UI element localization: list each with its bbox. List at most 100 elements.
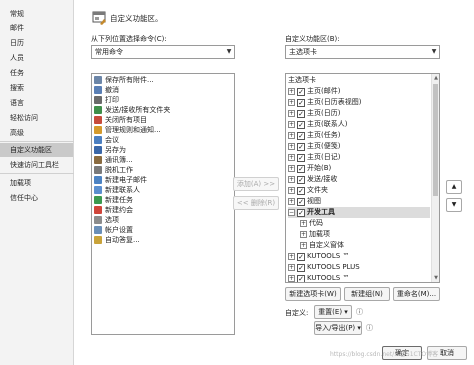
expand-icon[interactable]: + xyxy=(288,99,295,106)
expand-icon[interactable]: + xyxy=(288,110,295,117)
expand-icon[interactable]: + xyxy=(300,242,307,249)
import-export-button[interactable]: 导入/导出(P) ▾ xyxy=(314,321,362,335)
expand-icon[interactable]: + xyxy=(300,220,307,227)
reset-button[interactable]: 重置(E) ▾ xyxy=(314,305,352,319)
nav-item-quick-access-toolbar[interactable]: 快速访问工具栏 xyxy=(0,158,73,172)
expand-icon[interactable]: + xyxy=(288,121,295,128)
list-item[interactable]: 另存为 xyxy=(94,145,126,155)
tree-checkbox[interactable]: ✓ xyxy=(297,120,305,129)
commands-list[interactable]: 保存所有附件... 撤消 打印 发送/接收所有文件夹 关闭所有项目 管理规则和通… xyxy=(91,73,235,335)
expand-icon[interactable]: + xyxy=(288,253,295,260)
list-item[interactable]: 撤消 xyxy=(94,85,119,95)
tree-checkbox[interactable]: ✓ xyxy=(297,98,305,107)
tree-checkbox[interactable]: ✓ xyxy=(297,87,305,96)
list-item[interactable]: 保存所有附件... xyxy=(94,75,154,85)
expand-icon[interactable]: + xyxy=(288,88,295,95)
move-down-button[interactable]: ▼ xyxy=(446,198,462,212)
tree-checkbox[interactable]: ✓ xyxy=(297,274,305,282)
tree-item[interactable]: + ✓ 视图 xyxy=(288,196,430,207)
list-item[interactable]: 脱机工作 xyxy=(94,165,133,175)
scroll-thumb[interactable] xyxy=(433,84,438,196)
expand-icon[interactable]: + xyxy=(288,264,295,271)
nav-item-calendar[interactable]: 日历 xyxy=(0,36,73,50)
list-item[interactable]: 会议 xyxy=(94,135,119,145)
tree-item-label: 主页(便笺) xyxy=(307,142,341,150)
list-item[interactable]: 新建任务 xyxy=(94,195,133,205)
new-contact-icon xyxy=(94,186,102,194)
nav-item-addins[interactable]: 加载项 xyxy=(0,176,73,190)
tree-checkbox[interactable]: ✓ xyxy=(297,109,305,118)
add-button[interactable]: 添加(A) >> xyxy=(233,177,279,191)
list-item[interactable]: 新建联系人 xyxy=(94,185,140,195)
rename-button[interactable]: 重命名(M)... xyxy=(393,287,440,301)
expand-icon[interactable]: + xyxy=(288,143,295,150)
nav-item-accessibility[interactable]: 轻松访问 xyxy=(0,111,73,125)
tree-item[interactable]: + 代码 xyxy=(300,218,430,229)
tree-checkbox[interactable]: ✓ xyxy=(297,175,305,184)
list-item[interactable]: 发送/接收所有文件夹 xyxy=(94,105,170,115)
move-up-button[interactable]: ▲ xyxy=(446,180,462,194)
tree-item[interactable]: + ✓ 发送/接收 xyxy=(288,174,430,185)
tree-item[interactable]: + ✓ KUTOOLS ™ xyxy=(288,273,430,282)
tree-item[interactable]: + ✓ KUTOOLS PLUS xyxy=(288,262,430,273)
nav-item-tasks[interactable]: 任务 xyxy=(0,66,73,80)
expand-icon[interactable]: + xyxy=(288,275,295,282)
choose-commands-dropdown[interactable]: 常用命令 ▼ xyxy=(91,45,235,59)
tree-checkbox[interactable]: ✓ xyxy=(297,153,305,162)
tree-checkbox[interactable]: ✓ xyxy=(297,252,305,261)
tree-item[interactable]: + ✓ 主页(邮件) xyxy=(288,86,430,97)
tree-item[interactable]: + ✓ 主页(日记) xyxy=(288,152,430,163)
tree-item[interactable]: + 加载项 xyxy=(300,229,430,240)
tree-item[interactable]: − ✓ 开发工具 xyxy=(288,207,430,218)
tree-scrollbar[interactable]: ▲ ▼ xyxy=(431,74,439,282)
tree-checkbox[interactable]: ✓ xyxy=(297,186,305,195)
tree-checkbox[interactable]: ✓ xyxy=(297,131,305,140)
tree-checkbox[interactable]: ✓ xyxy=(297,197,305,206)
remove-button[interactable]: << 删除(R) xyxy=(233,196,279,210)
ribbon-tree[interactable]: 主选项卡 + ✓ 主页(邮件) + ✓ 主页(日历表视图) + ✓ 主页(日历) + ✓ 主页(联系人… xyxy=(285,73,440,283)
expand-icon[interactable]: + xyxy=(288,198,295,205)
tree-item[interactable]: + ✓ 主页(联系人) xyxy=(288,119,430,130)
nav-item-trust-center[interactable]: 信任中心 xyxy=(0,191,73,205)
tree-item[interactable]: + ✓ 主页(日历) xyxy=(288,108,430,119)
tree-item[interactable]: + ✓ KUTOOLS ™ xyxy=(288,251,430,262)
tree-item[interactable]: + ✓ 主页(日历表视图) xyxy=(288,97,430,108)
tree-item[interactable]: + ✓ 主页(任务) xyxy=(288,130,430,141)
tree-item[interactable]: + 自定义窗体 xyxy=(300,240,430,251)
collapse-icon[interactable]: − xyxy=(288,209,295,216)
scroll-down-icon[interactable]: ▼ xyxy=(432,274,439,282)
scroll-up-icon[interactable]: ▲ xyxy=(432,74,439,82)
nav-item-search[interactable]: 搜索 xyxy=(0,81,73,95)
tree-checkbox[interactable]: ✓ xyxy=(297,142,305,151)
list-item[interactable]: 帐户设置 xyxy=(94,225,133,235)
nav-item-customize-ribbon[interactable]: 自定义功能区 xyxy=(0,143,73,157)
tree-checkbox[interactable]: ✓ xyxy=(297,164,305,173)
expand-icon[interactable]: + xyxy=(300,231,307,238)
list-item[interactable]: 新建电子邮件 xyxy=(94,175,147,185)
list-item[interactable]: 关闭所有项目 xyxy=(94,115,147,125)
expand-icon[interactable]: + xyxy=(288,154,295,161)
tree-item[interactable]: + ✓ 主页(便笺) xyxy=(288,141,430,152)
list-item[interactable]: 新建约会 xyxy=(94,205,133,215)
tree-item[interactable]: + ✓ 文件夹 xyxy=(288,185,430,196)
expand-icon[interactable]: + xyxy=(288,165,295,172)
tree-checkbox[interactable]: ✓ xyxy=(297,263,305,272)
expand-icon[interactable]: + xyxy=(288,187,295,194)
expand-icon[interactable]: + xyxy=(288,176,295,183)
nav-item-language[interactable]: 语言 xyxy=(0,96,73,110)
list-item[interactable]: 打印 xyxy=(94,95,119,105)
new-tab-button[interactable]: 新建选项卡(W) xyxy=(285,287,341,301)
new-group-button[interactable]: 新建组(N) xyxy=(344,287,390,301)
nav-item-general[interactable]: 常规 xyxy=(0,7,73,21)
list-item[interactable]: 管理规则和通知... xyxy=(94,125,161,135)
ribbon-tabs-dropdown[interactable]: 主选项卡 ▼ xyxy=(285,45,440,59)
tree-item[interactable]: + ✓ 开始(B) xyxy=(288,163,430,174)
list-item[interactable]: 选项 xyxy=(94,215,119,225)
list-item[interactable]: 自动答复... xyxy=(94,235,140,245)
tree-checkbox[interactable]: ✓ xyxy=(297,208,305,217)
nav-item-mail[interactable]: 邮件 xyxy=(0,21,73,35)
nav-item-people[interactable]: 人员 xyxy=(0,51,73,65)
list-item[interactable]: 通讯簿... xyxy=(94,155,133,165)
nav-item-advanced[interactable]: 高级 xyxy=(0,126,73,140)
expand-icon[interactable]: + xyxy=(288,132,295,139)
